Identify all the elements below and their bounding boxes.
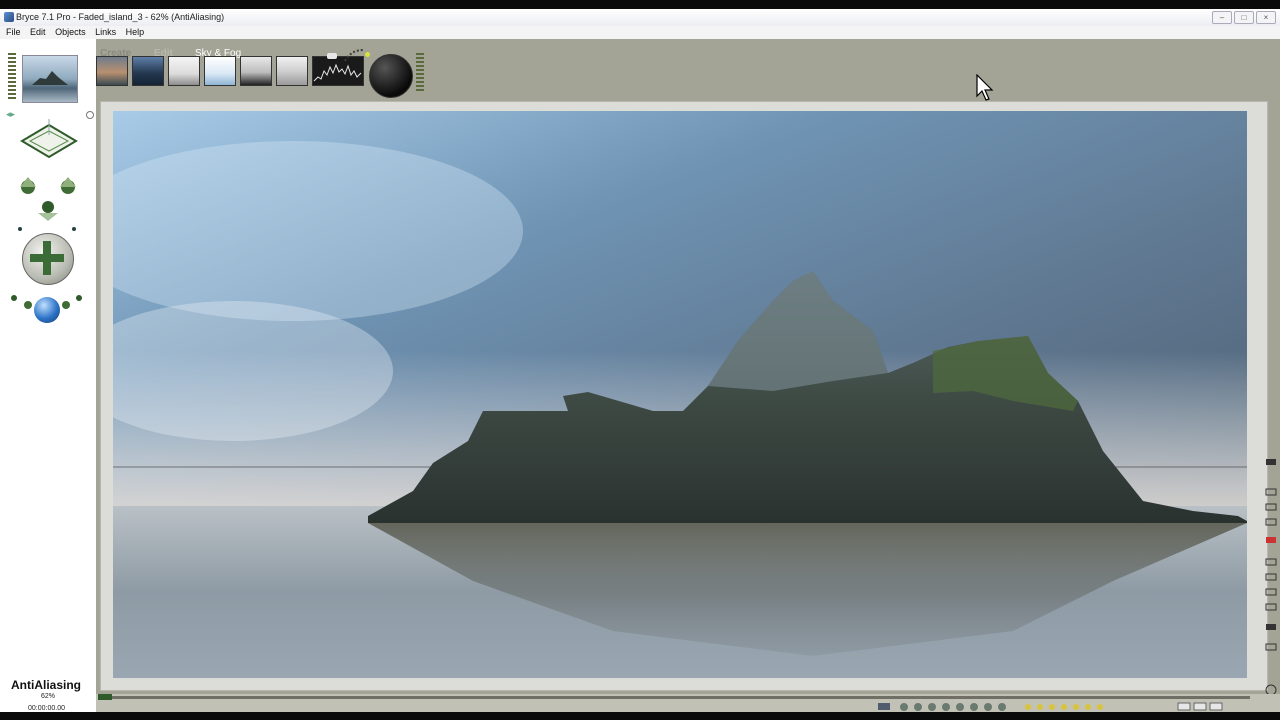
render-dot-icon[interactable] bbox=[86, 111, 94, 119]
sky-fog-palette bbox=[96, 39, 1280, 101]
fog-thumb[interactable] bbox=[204, 56, 236, 86]
move-cross-icon bbox=[30, 241, 64, 275]
arc-dots-icon bbox=[344, 49, 364, 62]
sun-moon-dial[interactable] bbox=[369, 54, 413, 98]
menu-file[interactable]: File bbox=[6, 27, 21, 37]
shadow-thumb[interactable] bbox=[168, 56, 200, 86]
control-palette: ◂▸ bbox=[0, 39, 96, 712]
window-title: Bryce 7.1 Pro - Faded_island_3 - 62% (An… bbox=[16, 12, 225, 22]
app-icon bbox=[4, 12, 14, 22]
render-canvas[interactable] bbox=[113, 111, 1247, 678]
bryce-window: Bryce 7.1 Pro - Faded_island_3 - 62% (An… bbox=[0, 9, 1280, 712]
render-mode-label: AntiAliasing bbox=[11, 678, 82, 692]
minimize-button[interactable]: – bbox=[1212, 11, 1232, 24]
sun-ball-dot-1 bbox=[11, 295, 17, 301]
close-button[interactable]: × bbox=[1256, 11, 1276, 24]
zoom-percent: 62% bbox=[41, 693, 56, 700]
rendered-island-scene bbox=[113, 111, 1247, 678]
time-readout: 00:00:00.00 bbox=[28, 705, 65, 712]
haze-thumb[interactable] bbox=[240, 56, 272, 86]
menu-bar: File Edit Objects Links Help bbox=[0, 26, 1280, 39]
timeline-track[interactable] bbox=[100, 696, 1250, 699]
palette-scroll-ticks-left[interactable] bbox=[8, 53, 16, 101]
playback-controls[interactable] bbox=[878, 701, 1238, 712]
palette-scroll-ticks[interactable] bbox=[416, 53, 424, 93]
sky-preset-thumb-1[interactable] bbox=[96, 56, 128, 86]
nano-arrows-icon[interactable]: ◂▸ bbox=[6, 109, 15, 120]
menu-help[interactable]: Help bbox=[126, 27, 145, 37]
sky-preset-thumb-2[interactable] bbox=[132, 56, 164, 86]
menu-edit[interactable]: Edit bbox=[30, 27, 46, 37]
view-control-icon[interactable] bbox=[18, 117, 80, 163]
right-tool-icons bbox=[1265, 459, 1277, 696]
sun-ball-dot-3 bbox=[62, 301, 70, 309]
title-bar: Bryce 7.1 Pro - Faded_island_3 - 62% (An… bbox=[0, 9, 1280, 27]
timeline-scrubber[interactable] bbox=[98, 694, 112, 700]
sun-indicator-icon bbox=[365, 52, 370, 57]
sun-ball-dot-2 bbox=[24, 301, 32, 309]
maximize-button[interactable]: □ bbox=[1234, 11, 1254, 24]
camera-trackball-icon[interactable] bbox=[8, 163, 88, 233]
link-sun-icon[interactable] bbox=[327, 53, 337, 59]
menu-objects[interactable]: Objects bbox=[55, 27, 86, 37]
render-sphere-icon[interactable] bbox=[34, 297, 60, 323]
right-tool-strip[interactable] bbox=[1264, 449, 1278, 699]
nano-island-icon bbox=[32, 71, 68, 85]
cloud-height-thumb[interactable] bbox=[276, 56, 308, 86]
menu-links[interactable]: Links bbox=[95, 27, 116, 37]
mouse-cursor-icon bbox=[976, 74, 994, 101]
animation-timeline[interactable] bbox=[96, 694, 1280, 712]
sun-ball-dot-4 bbox=[76, 295, 82, 301]
